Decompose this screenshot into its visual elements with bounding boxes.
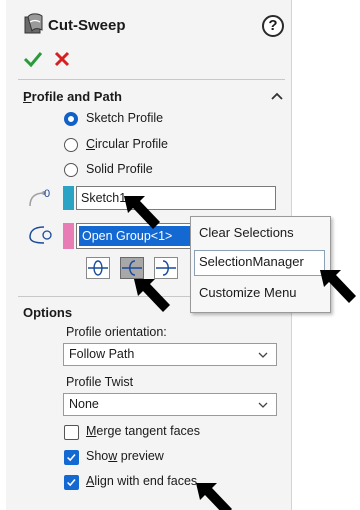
solid-profile-radio[interactable] [64,163,78,177]
help-button[interactable]: ? [262,15,284,37]
check-icon [67,478,76,487]
circular-profile-radio[interactable] [64,138,78,152]
profile-selection-value: Sketch1 [81,191,127,205]
chevron-down-icon [258,352,268,358]
path-flip-icon [156,260,176,276]
divider [18,79,285,80]
path-node-icon [88,260,108,276]
feature-title: Cut-Sweep [48,17,126,34]
menu-item-clear-selections[interactable]: Clear Selections [199,225,294,240]
profile-color-swatch [63,186,74,210]
sketch-profile-label: Sketch Profile [86,111,164,125]
solid-profile-label: Solid Profile [86,162,153,176]
circular-profile-label: Circular Profile [86,137,168,151]
profile-twist-select[interactable]: None [63,393,277,416]
profile-selection-icon: 0 [29,188,50,207]
profile-orientation-label: Profile orientation: [66,325,167,339]
cancel-button[interactable] [53,50,71,68]
help-icon: ? [268,17,278,34]
merge-tangent-faces-checkbox[interactable] [64,425,79,440]
collapse-chevron-icon[interactable] [271,92,283,100]
context-menu: Clear Selections SelectionManager Custom… [190,216,331,313]
selection-tool-button-1[interactable] [86,257,110,279]
show-preview-label: Show preview [86,449,164,463]
svg-text:0: 0 [44,188,50,200]
sketch-profile-radio[interactable] [64,112,78,126]
menu-item-customize-menu[interactable]: Customize Menu [199,285,297,300]
profile-selection-box[interactable]: Sketch1 [76,186,276,210]
selection-tool-button-3[interactable] [154,257,178,279]
profile-orientation-select[interactable]: Follow Path [63,343,277,366]
path-arc-icon [122,260,142,276]
profile-orientation-value: Follow Path [69,347,135,361]
merge-tangent-faces-label: Merge tangent faces [86,424,200,438]
path-selection-row[interactable]: Open Group<1> [79,226,197,246]
profile-twist-label: Profile Twist [66,375,134,389]
selection-tool-button-2[interactable] [120,257,144,279]
show-preview-checkbox[interactable] [64,450,79,465]
align-end-faces-label: Align with end faces [86,474,198,488]
menu-item-selection-manager[interactable]: SelectionManager [199,254,304,269]
profile-and-path-header[interactable]: Profile and Path [23,89,122,104]
path-selection-value: Open Group<1> [82,229,173,243]
path-selection-icon [29,226,52,244]
ok-button[interactable] [23,50,43,68]
cut-sweep-feature-icon [24,13,43,34]
chevron-down-icon [258,402,268,408]
path-color-swatch [63,223,74,249]
align-end-faces-checkbox[interactable] [64,475,79,490]
options-header[interactable]: Options [23,305,72,320]
profile-twist-value: None [69,397,99,411]
check-icon [67,453,76,462]
